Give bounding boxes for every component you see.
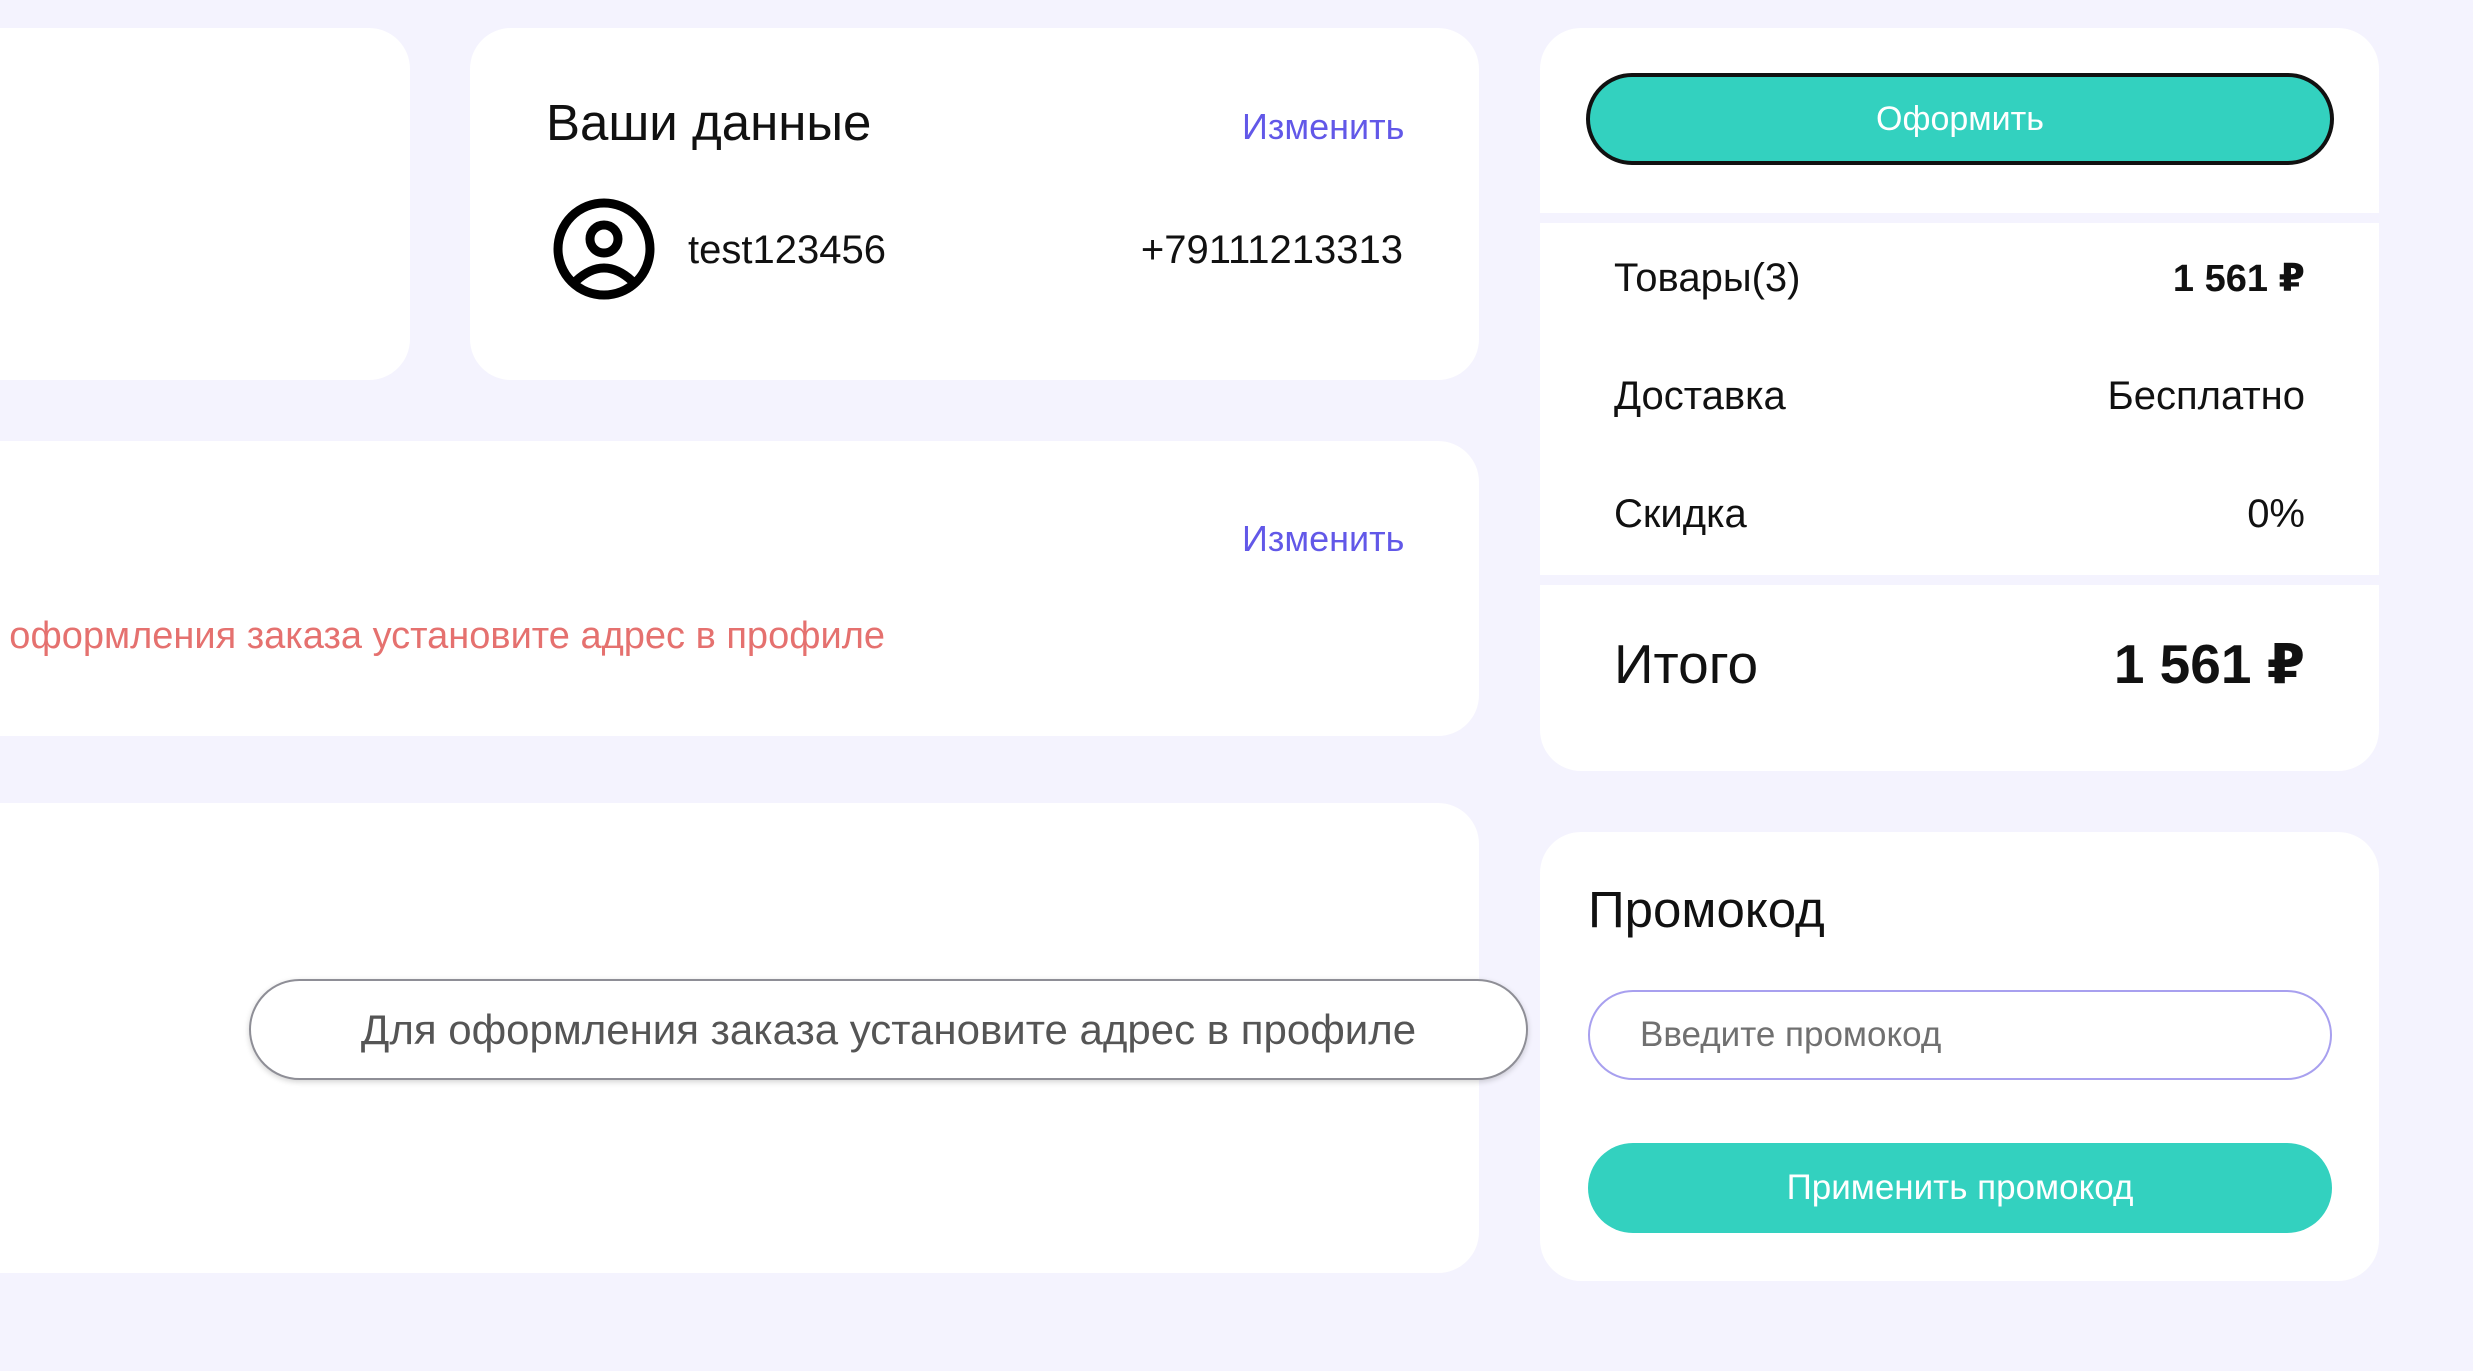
user-phone: +79111213313 [1140, 228, 1403, 272]
user-circle-icon [553, 198, 655, 300]
address-card: Изменить Для оформления заказа установит… [0, 441, 1479, 736]
edit-address-link[interactable]: Изменить [1242, 518, 1404, 560]
goods-label: Товары(3) [1614, 256, 1801, 300]
delivery-value: Бесплатно [2107, 374, 2305, 418]
promo-card: Промокод Применить промокод [1540, 832, 2379, 1281]
checkout-button[interactable]: Оформить [1586, 73, 2334, 165]
username: test123456 [688, 228, 886, 272]
delivery-label: Доставка [1614, 374, 1786, 418]
total-value: 1 561 ₽ [2113, 633, 2305, 695]
discount-value: 0% [2247, 492, 2305, 536]
address-tooltip: Для оформления заказа установите адрес в… [249, 979, 1528, 1080]
edit-user-link[interactable]: Изменить [1242, 106, 1404, 148]
summary-row-discount: Скидка 0% [1614, 492, 2305, 537]
divider [1540, 213, 2379, 223]
promo-title: Промокод [1588, 881, 1825, 938]
goods-value: 1 561 ₽ [2172, 258, 2305, 300]
discount-label: Скидка [1614, 492, 1747, 536]
total-label: Итого [1614, 633, 1759, 695]
divider [1540, 575, 2379, 585]
address-warning: Для оформления заказа установите адрес в… [0, 615, 885, 657]
summary-row-goods: Товары(3) 1 561 ₽ [1614, 256, 2305, 301]
user-data-card: Ваши данные Изменить test123456 +7911121… [470, 28, 1479, 380]
summary-row-total: Итого 1 561 ₽ [1614, 632, 2305, 696]
apply-promo-button[interactable]: Применить промокод [1588, 1143, 2332, 1233]
promo-input[interactable] [1588, 990, 2332, 1080]
order-summary: Оформить Товары(3) 1 561 ₽ Доставка Бесп… [1540, 28, 2379, 771]
summary-row-delivery: Доставка Бесплатно [1614, 374, 2305, 419]
user-data-title: Ваши данные [546, 94, 872, 151]
left-card [0, 28, 410, 380]
